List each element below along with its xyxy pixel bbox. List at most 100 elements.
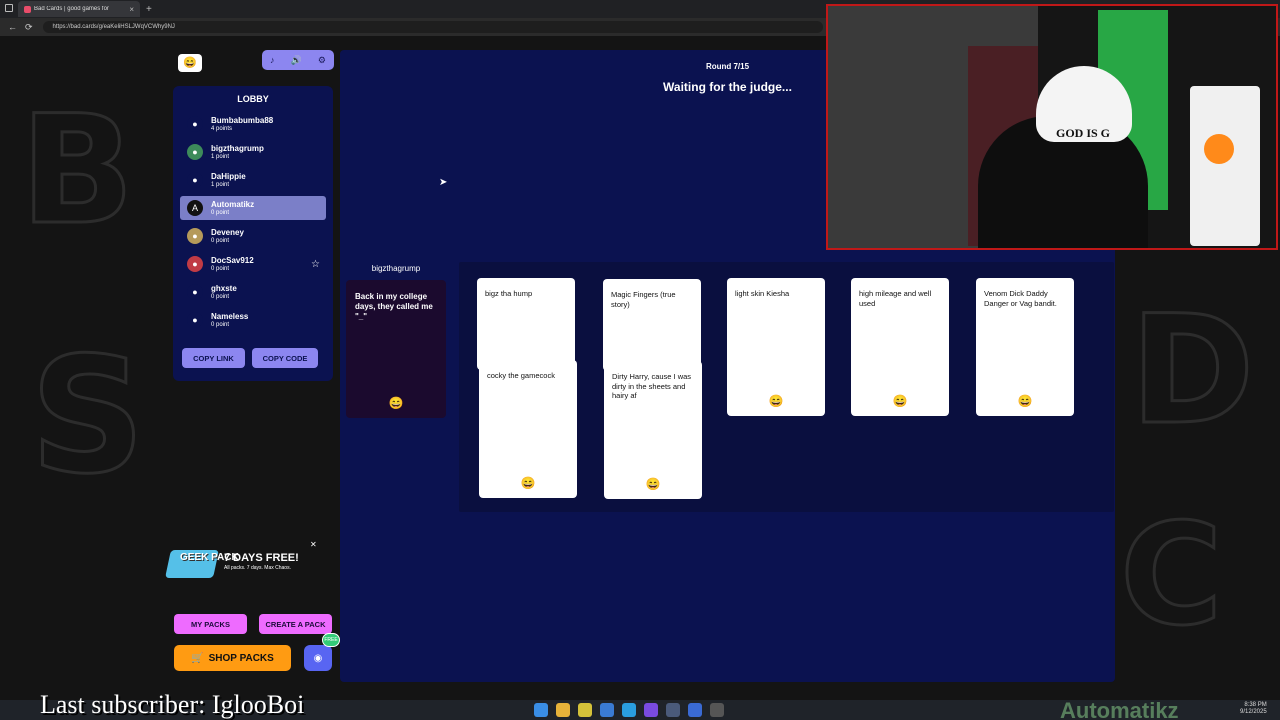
user-avatar-icon: ● (187, 312, 203, 328)
answer-text: Venom Dick Daddy Danger or Vag bandit. (984, 289, 1057, 308)
bad-cards-logo-icon[interactable]: 😄 (178, 54, 202, 72)
taskbar-icons (534, 703, 724, 717)
shop-packs-label: SHOP PACKS (208, 652, 274, 664)
settings-icon[interactable]: ⚙ (318, 55, 326, 66)
promo-close-icon[interactable]: ✕ (310, 540, 317, 549)
player-row[interactable]: ● bigzthagrump 1 point (180, 140, 326, 164)
clock-date: 9/12/2025 (1240, 709, 1267, 715)
player-points: 0 point (211, 237, 230, 244)
graffiti-decoration: B (18, 84, 135, 258)
channel-brand: Automatikz (1060, 698, 1179, 720)
steam-icon[interactable] (666, 703, 680, 717)
lobby-title: LOBBY (237, 94, 269, 104)
create-pack-button[interactable]: CREATE A PACK (259, 614, 332, 634)
player-row[interactable]: ● Bumbabumba88 4 points (180, 112, 326, 136)
answer-card[interactable]: light skin Kiesha 😄 (727, 278, 825, 416)
cart-icon: 🛒 (191, 652, 204, 664)
player-points: 4 points (211, 125, 233, 132)
copy-code-button[interactable]: COPY CODE (252, 348, 318, 368)
player-row[interactable]: ● Nameless 0 point (180, 308, 326, 332)
player-name: Deveney (211, 227, 244, 237)
user-avatar-icon: ● (187, 256, 203, 272)
answer-card[interactable]: Magic Fingers (true story) (603, 279, 701, 371)
user-avatar-icon: ● (187, 284, 203, 300)
promo-headline: 7 DAYS FREE! (224, 552, 299, 564)
answer-text: light skin Kiesha (735, 289, 790, 298)
card-logo-icon: 😄 (768, 393, 784, 408)
webcam-overlay: GOD IS G (826, 4, 1278, 250)
chrome-icon[interactable] (600, 703, 614, 717)
answer-card[interactable]: high mileage and well used 😄 (851, 278, 949, 416)
back-icon[interactable]: ← (8, 22, 17, 32)
tab-close-icon[interactable]: × (129, 5, 134, 14)
player-name: Bumbabumba88 (211, 115, 274, 125)
user-avatar-icon: ● (187, 144, 203, 160)
card-logo-icon: 😄 (645, 476, 661, 491)
new-tab-icon[interactable]: + (146, 4, 152, 15)
music-icon[interactable]: ♪ (270, 55, 275, 65)
reload-icon[interactable]: ⟳ (25, 22, 33, 33)
clock-time: 8:38 PM (1244, 702, 1267, 708)
judge-star-icon: ☆ (311, 258, 320, 270)
answer-card[interactable]: bigz tha hump (477, 278, 575, 370)
player-row[interactable]: ● ghxste 0 point (180, 280, 326, 304)
discord-button[interactable]: ◉ (304, 645, 332, 671)
geek-pack-promo[interactable]: GEEK PACK 7 DAYS FREE! All packs. 7 days… (160, 540, 320, 582)
user-avatar-icon: ● (187, 172, 203, 188)
file-explorer-icon[interactable] (556, 703, 570, 717)
answer-text: bigz tha hump (485, 289, 533, 298)
graffiti-decoration: C (1119, 494, 1225, 657)
player-row[interactable]: ● Deveney 0 point (180, 224, 326, 248)
edge-icon[interactable] (622, 703, 636, 717)
browser-tab[interactable]: Bad Cards | good games for × (18, 1, 140, 17)
folder-icon[interactable] (578, 703, 592, 717)
player-points: 0 point (211, 321, 230, 328)
answer-card[interactable]: cocky the gamecock 😄 (479, 360, 577, 498)
mouse-cursor-icon: ➤ (439, 177, 448, 188)
player-points: 0 point (211, 265, 230, 272)
card-logo-icon: 😄 (388, 396, 404, 410)
promo-subtext: All packs. 7 days. Max Chaos. (224, 565, 291, 571)
player-name: DaHippie (211, 171, 246, 181)
player-points: 1 point (211, 181, 230, 188)
user-avatar-icon: A (187, 200, 203, 216)
player-row[interactable]: ● DaHippie 1 point (180, 168, 326, 192)
copy-link-button[interactable]: COPY LINK (182, 348, 245, 368)
player-row-current[interactable]: A Automatikz 0 point (180, 196, 326, 220)
webcam-fan (1204, 134, 1234, 164)
answer-card[interactable]: Dirty Harry, cause I was dirty in the sh… (604, 361, 702, 499)
app-icon[interactable] (710, 703, 724, 717)
app-icon[interactable] (688, 703, 702, 717)
webcam-pc-case (1190, 86, 1260, 246)
shop-packs-button[interactable]: 🛒 SHOP PACKS (174, 645, 291, 671)
tab-title: Bad Cards | good games for (34, 6, 109, 12)
graffiti-decoration: D (1129, 284, 1257, 458)
prompt-text: Back in my college days, they called me … (355, 292, 433, 321)
player-row[interactable]: ● DocSav912 0 point ☆ (180, 252, 326, 276)
taskbar-clock: 8:38 PM 9/12/2025 (1240, 702, 1267, 716)
user-avatar-icon: ● (187, 228, 203, 244)
sound-icon[interactable]: 🔊 (291, 55, 302, 66)
my-packs-button[interactable]: MY PACKS (174, 614, 247, 634)
answer-text: cocky the gamecock (487, 371, 555, 380)
player-points: 0 point (211, 293, 230, 300)
discord-free-badge: FREE (322, 633, 340, 647)
answer-card[interactable]: Venom Dick Daddy Danger or Vag bandit. 😄 (976, 278, 1074, 416)
tab-favicon-icon (24, 5, 31, 13)
answer-text: Magic Fingers (true story) (611, 290, 676, 309)
app-icon[interactable] (644, 703, 658, 717)
answer-text: Dirty Harry, cause I was dirty in the sh… (612, 372, 692, 400)
sidebar-toggle-icon[interactable] (5, 4, 13, 12)
url-input[interactable]: https://bad.cards/g/eaKeliHSLJWqVCWhy9NJ (42, 21, 823, 33)
black-prompt-card: Back in my college days, they called me … (346, 280, 446, 418)
user-avatar-icon: ● (187, 116, 203, 132)
player-name: ghxste (211, 283, 237, 293)
graffiti-decoration: S (28, 322, 146, 509)
player-name: DocSav912 (211, 255, 254, 265)
audio-toolbar: ♪ 🔊 ⚙ (262, 50, 334, 70)
judge-name: bigzthagrump (371, 264, 421, 273)
player-points: 0 point (211, 209, 230, 216)
player-name: Nameless (211, 311, 249, 321)
player-name: bigzthagrump (211, 143, 264, 153)
windows-start-icon[interactable] (534, 703, 548, 717)
